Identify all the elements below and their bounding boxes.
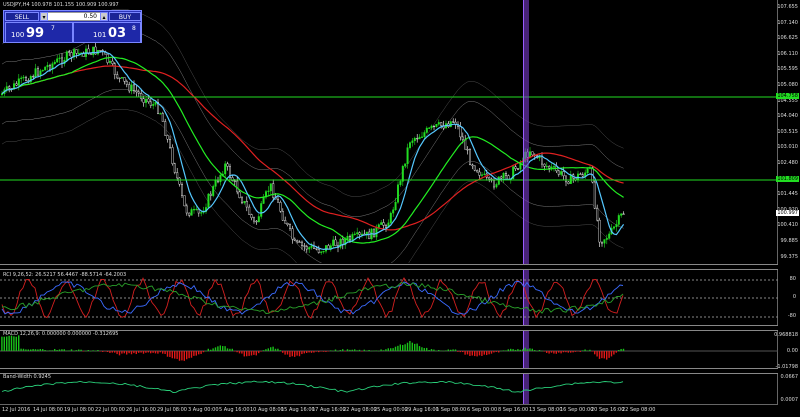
bid-price-label: 100.997 <box>776 210 799 216</box>
rci-panel[interactable] <box>0 270 778 326</box>
price-axis-tick: 105.595 <box>777 66 798 73</box>
sell-quote-fraction: 7 <box>51 25 55 32</box>
macd-histogram <box>1 335 625 361</box>
time-axis-label: 14 Jul 08:00 <box>33 407 63 413</box>
price-axis-tick: 107.655 <box>777 4 798 10</box>
buy-quote[interactable]: 101 03 8 <box>73 22 141 43</box>
time-axis-label: 13 Sep 08:00 <box>529 407 563 413</box>
support-price-label: 101.809 <box>776 176 799 182</box>
time-axis-label: 22 Aug 08:00 <box>343 407 377 413</box>
band-width-title: Band-Width 0.9245 <box>3 374 52 380</box>
lot-size-input[interactable]: 0.50 <box>40 12 108 21</box>
lot-up-arrow[interactable]: ▴ <box>100 12 108 21</box>
time-axis-label: 22 Sep 08:00 <box>622 407 656 413</box>
price-axis-tick: 105.080 <box>777 82 798 88</box>
buy-quote-fraction: 8 <box>132 25 136 32</box>
sell-quote-prefix: 100 <box>11 31 25 39</box>
band-width-axis-top: 0.0667 <box>780 374 799 380</box>
price-axis-tick: 103.010 <box>777 144 798 151</box>
time-axis-label: 12 Jul 2016 <box>2 407 31 413</box>
rci-axis-0: 0 <box>792 294 796 300</box>
time-axis-label: 19 Jul 08:00 <box>64 407 94 413</box>
price-axis-tick: 106.625 <box>777 35 798 42</box>
price-axis-tick: 100.410 <box>777 222 798 229</box>
price-axis-tick: 99.375 <box>780 253 799 260</box>
band-width-axis-bottom: 0.0007 <box>780 397 799 403</box>
time-axis-label: 20 Sep 16:00 <box>591 407 625 413</box>
time-axis-label: 29 Aug 16:00 <box>405 407 439 413</box>
time-axis-label: 10 Aug 08:00 <box>250 407 284 413</box>
time-axis-label: 3 Aug 00:00 <box>188 407 219 413</box>
time-axis-label: 22 Jul 00:00 <box>95 407 125 413</box>
price-axis-tick: 106.110 <box>777 50 798 57</box>
buy-button[interactable]: BUY <box>109 12 141 21</box>
lot-down-arrow[interactable]: ▾ <box>40 12 48 21</box>
buy-quote-pips: 03 <box>108 26 127 41</box>
macd-axis-bottom: -1.01798 <box>775 364 798 370</box>
rci-axis-minus-80: -80 <box>787 313 796 319</box>
time-axis-label: 29 Jul 08:00 <box>157 407 187 413</box>
band-width-line <box>1 380 624 393</box>
sell-quote[interactable]: 100 99 7 <box>5 22 73 43</box>
time-axis-label: 16 Sep 00:00 <box>560 407 594 413</box>
buy-quote-prefix: 101 <box>93 31 107 39</box>
macd-title: MACD 12,26,9: 0.000000 0.000000 -0.31269… <box>3 331 119 337</box>
band-width-panel[interactable] <box>0 374 778 405</box>
time-axis-label: 15 Aug 16:00 <box>281 407 315 413</box>
time-axis[interactable]: 12 Jul 2016 14 Jul 08:00 19 Jul 08:00 22 Ju… <box>0 404 778 417</box>
rci-axis-80: 80 <box>789 276 796 282</box>
time-axis-label: 26 Jul 16:00 <box>126 407 156 413</box>
time-axis-label: 6 Sep 00:00 <box>467 407 498 413</box>
rci-title: RCI 9,26,52: 26.5217 56.4467 -88.5714 -6… <box>3 272 127 278</box>
price-axis-tick: 99.885 <box>780 238 799 244</box>
macd-axis-top: 0.968818 <box>774 332 798 338</box>
time-axis-label: 8 Sep 16:00 <box>498 407 529 413</box>
window-title: USDJPY,H4 100.978 101.155 100.909 100.99… <box>3 2 119 8</box>
moving-average-long <box>1 65 624 231</box>
time-axis-label: 5 Aug 16:00 <box>219 407 250 413</box>
price-axis-tick: 102.480 <box>777 160 798 166</box>
resistance-price-label: 104.758 <box>776 93 799 99</box>
price-axis-tick: 104.040 <box>777 113 798 120</box>
macd-axis-zero: 0.00 <box>786 348 798 354</box>
time-axis-label: 25 Aug 00:00 <box>374 407 408 413</box>
one-click-trading-panel: SELL ▾ 0.50 ▴ BUY 100 99 7 101 03 8 <box>3 10 142 43</box>
sell-button[interactable]: SELL <box>5 12 39 21</box>
moving-average-mid <box>1 56 624 244</box>
price-axis-tick: 107.140 <box>777 19 798 26</box>
sell-quote-pips: 99 <box>26 26 45 41</box>
price-axis[interactable]: 99.37599.885100.410100.920101.445101.965… <box>776 0 800 405</box>
time-axis-label: 17 Aug 16:00 <box>312 407 346 413</box>
price-axis-tick: 101.445 <box>777 191 798 198</box>
time-axis-label: 1 Sep 08:00 <box>436 407 467 413</box>
price-axis-tick: 103.515 <box>777 128 798 135</box>
